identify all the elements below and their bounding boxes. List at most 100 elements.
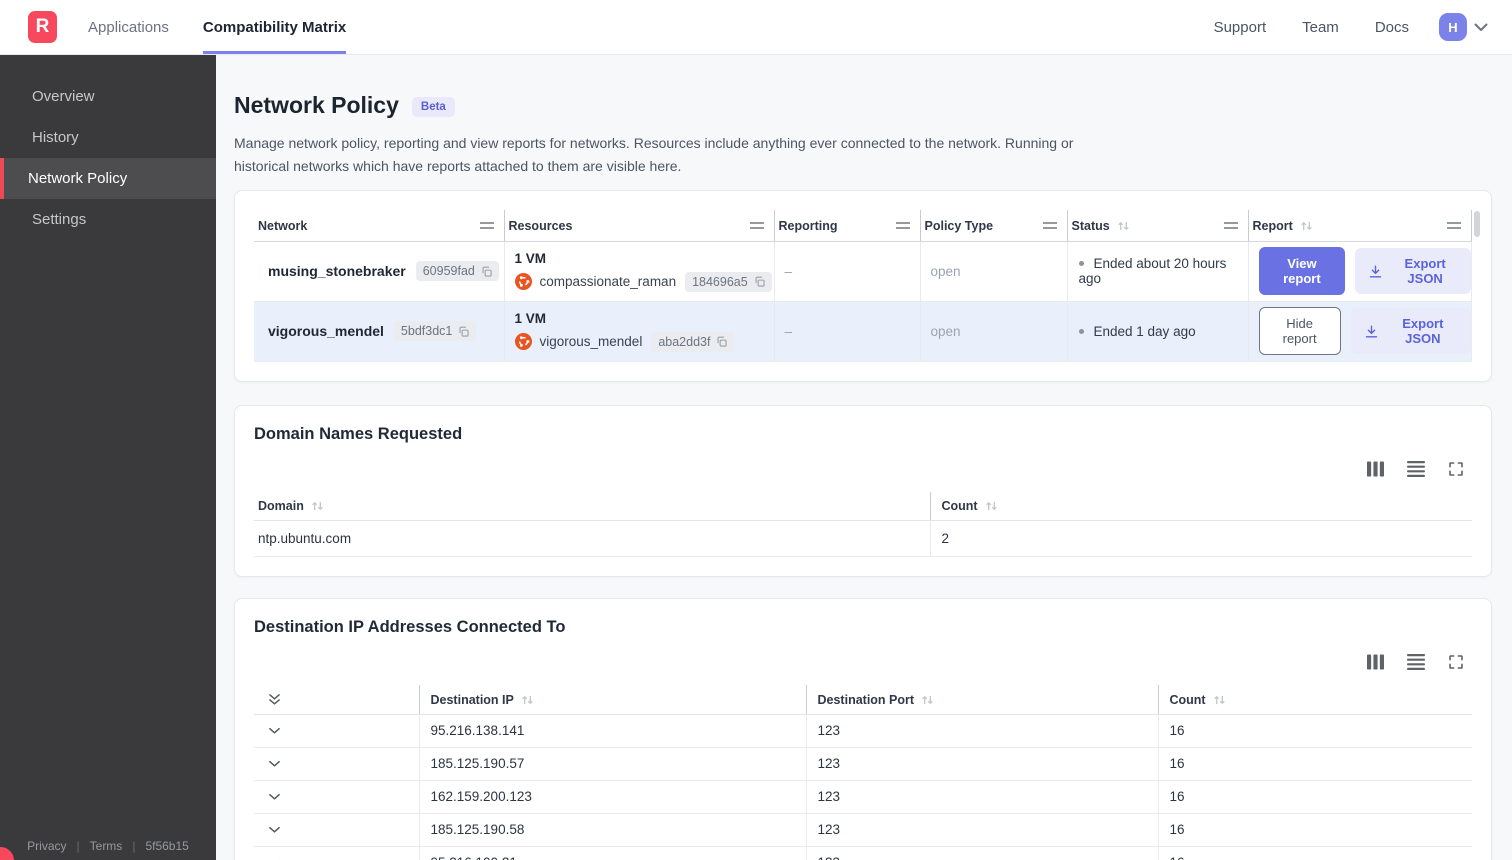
fullscreen-icon[interactable] bbox=[1448, 654, 1464, 670]
fullscreen-icon[interactable] bbox=[1448, 461, 1464, 477]
export-json-button[interactable]: Export JSON bbox=[1350, 308, 1471, 355]
column-header-network[interactable]: Network bbox=[254, 210, 505, 242]
scrollbar-thumb[interactable] bbox=[1474, 211, 1480, 238]
expand-row-icon[interactable] bbox=[268, 727, 282, 735]
app-logo[interactable]: R bbox=[28, 11, 57, 43]
networks-table: Network Resources Reporting Policy Type … bbox=[254, 210, 1472, 362]
status-cell: Ended about 20 hours ago bbox=[1067, 241, 1249, 302]
resource-name[interactable]: vigorous_mendel bbox=[540, 334, 643, 349]
hide-report-button[interactable]: Hide report bbox=[1258, 307, 1341, 356]
expander-cell bbox=[254, 813, 419, 847]
reporting-cell: – bbox=[774, 241, 921, 302]
network-name: musing_stonebraker bbox=[268, 263, 406, 280]
column-header-count[interactable]: Count bbox=[1157, 685, 1472, 715]
sort-icon[interactable] bbox=[921, 694, 934, 706]
count-cell: 2 bbox=[929, 520, 1472, 558]
nav-tab-applications[interactable]: Applications bbox=[88, 0, 169, 54]
column-header-destination-ip[interactable]: Destination IP bbox=[418, 685, 806, 715]
copy-icon[interactable] bbox=[754, 276, 765, 287]
view-report-button[interactable]: View report bbox=[1258, 247, 1346, 296]
sidebar-footer: Privacy | Terms | 5f56b15 bbox=[0, 839, 216, 853]
column-header-policy-type[interactable]: Policy Type bbox=[920, 210, 1068, 242]
reporting-cell: – bbox=[774, 301, 921, 362]
network-id-pill: 60959fad bbox=[415, 261, 499, 282]
nav-tab-compatibility-matrix[interactable]: Compatibility Matrix bbox=[202, 0, 347, 54]
expand-row-icon[interactable] bbox=[268, 760, 282, 768]
sidebar-item-history[interactable]: History bbox=[0, 117, 216, 158]
expander-cell bbox=[254, 780, 419, 814]
column-header-reporting[interactable]: Reporting bbox=[774, 210, 921, 242]
page-header: Network Policy Beta Manage network polic… bbox=[234, 92, 1492, 177]
main-nav-tabs: Applications Compatibility Matrix bbox=[88, 0, 347, 54]
expand-row-icon[interactable] bbox=[268, 793, 282, 801]
avatar[interactable]: H bbox=[1439, 13, 1467, 41]
domains-card: Domain Names Requested Domain Count ntp.… bbox=[234, 404, 1492, 578]
footer-divider: | bbox=[76, 839, 80, 853]
column-resize-handle[interactable] bbox=[1447, 222, 1461, 230]
copy-icon[interactable] bbox=[716, 336, 728, 347]
user-menu[interactable]: H bbox=[1439, 13, 1488, 41]
status-dot-icon bbox=[1078, 261, 1084, 267]
main-content: Network Policy Beta Manage network polic… bbox=[216, 55, 1512, 860]
resource-name[interactable]: compassionate_raman bbox=[540, 274, 677, 289]
column-header-count[interactable]: Count bbox=[929, 491, 1472, 522]
sort-icon[interactable] bbox=[1117, 220, 1130, 232]
copy-icon[interactable] bbox=[458, 326, 469, 337]
expand-row-icon[interactable] bbox=[268, 826, 282, 834]
resource-id-pill: 184696a5 bbox=[685, 271, 772, 292]
columns-icon[interactable] bbox=[1367, 654, 1384, 670]
resources-cell: 1 VM vigorous_mendel aba2dd3f bbox=[504, 301, 775, 362]
column-header-domain[interactable]: Domain bbox=[254, 491, 930, 522]
column-header-report[interactable]: Report bbox=[1248, 210, 1472, 242]
nav-link-docs[interactable]: Docs bbox=[1375, 19, 1409, 36]
column-resize-handle[interactable] bbox=[479, 222, 494, 230]
network-cell: musing_stonebraker 60959fad bbox=[254, 241, 505, 302]
rows-icon[interactable] bbox=[1407, 654, 1425, 671]
destination-ip-cell: 95.216.100.21 bbox=[418, 846, 806, 860]
column-resize-handle[interactable] bbox=[1042, 222, 1057, 230]
card-title: Domain Names Requested bbox=[254, 424, 463, 443]
count-cell: 16 bbox=[1157, 846, 1472, 860]
sidebar-item-settings[interactable]: Settings bbox=[0, 199, 216, 240]
report-cell: View report Export JSON bbox=[1248, 241, 1472, 302]
sort-icon[interactable] bbox=[1213, 694, 1226, 706]
column-header-destination-port[interactable]: Destination Port bbox=[805, 685, 1158, 715]
destination-port-cell: 123 bbox=[805, 747, 1158, 781]
domains-table: Domain Count ntp.ubuntu.com 2 bbox=[254, 491, 1472, 558]
nav-link-team[interactable]: Team bbox=[1302, 19, 1339, 36]
vm-count: 1 VM bbox=[514, 250, 547, 266]
terms-link[interactable]: Terms bbox=[90, 839, 123, 853]
destinations-table-header-row: Destination IP Destination Port Count bbox=[254, 685, 1472, 715]
sort-icon[interactable] bbox=[521, 694, 534, 706]
column-header-status[interactable]: Status bbox=[1067, 210, 1249, 242]
expander-cell bbox=[254, 714, 419, 748]
rows-icon[interactable] bbox=[1407, 460, 1425, 477]
navbar-left: R Applications Compatibility Matrix bbox=[0, 0, 347, 54]
expand-all-icon[interactable] bbox=[268, 693, 282, 706]
top-navbar: R Applications Compatibility Matrix Supp… bbox=[0, 0, 1512, 55]
chevron-down-icon bbox=[1474, 23, 1488, 32]
navbar-right: Support Team Docs H bbox=[1214, 0, 1512, 54]
sort-icon[interactable] bbox=[1300, 220, 1313, 232]
table-row: 185.125.190.57 123 16 bbox=[254, 747, 1472, 781]
table-row: ntp.ubuntu.com 2 bbox=[254, 520, 1472, 558]
export-json-button[interactable]: Export JSON bbox=[1355, 248, 1471, 295]
sidebar-item-overview[interactable]: Overview bbox=[0, 76, 216, 117]
privacy-link[interactable]: Privacy bbox=[27, 839, 66, 853]
ubuntu-icon bbox=[514, 273, 532, 291]
sort-icon[interactable] bbox=[985, 500, 998, 512]
copy-icon[interactable] bbox=[481, 266, 492, 277]
expander-cell bbox=[254, 846, 419, 860]
sort-icon[interactable] bbox=[311, 500, 324, 512]
page-title: Network Policy bbox=[234, 92, 399, 118]
column-resize-handle[interactable] bbox=[1223, 222, 1238, 230]
column-header-resources[interactable]: Resources bbox=[504, 210, 775, 242]
expander-cell bbox=[254, 747, 419, 781]
columns-icon[interactable] bbox=[1367, 461, 1384, 477]
column-resize-handle[interactable] bbox=[749, 222, 764, 230]
sidebar-item-network-policy[interactable]: Network Policy bbox=[0, 158, 216, 199]
column-resize-handle[interactable] bbox=[895, 222, 910, 230]
destination-port-cell: 123 bbox=[805, 714, 1158, 748]
nav-link-support[interactable]: Support bbox=[1214, 19, 1267, 36]
domain-cell: ntp.ubuntu.com bbox=[254, 520, 930, 558]
